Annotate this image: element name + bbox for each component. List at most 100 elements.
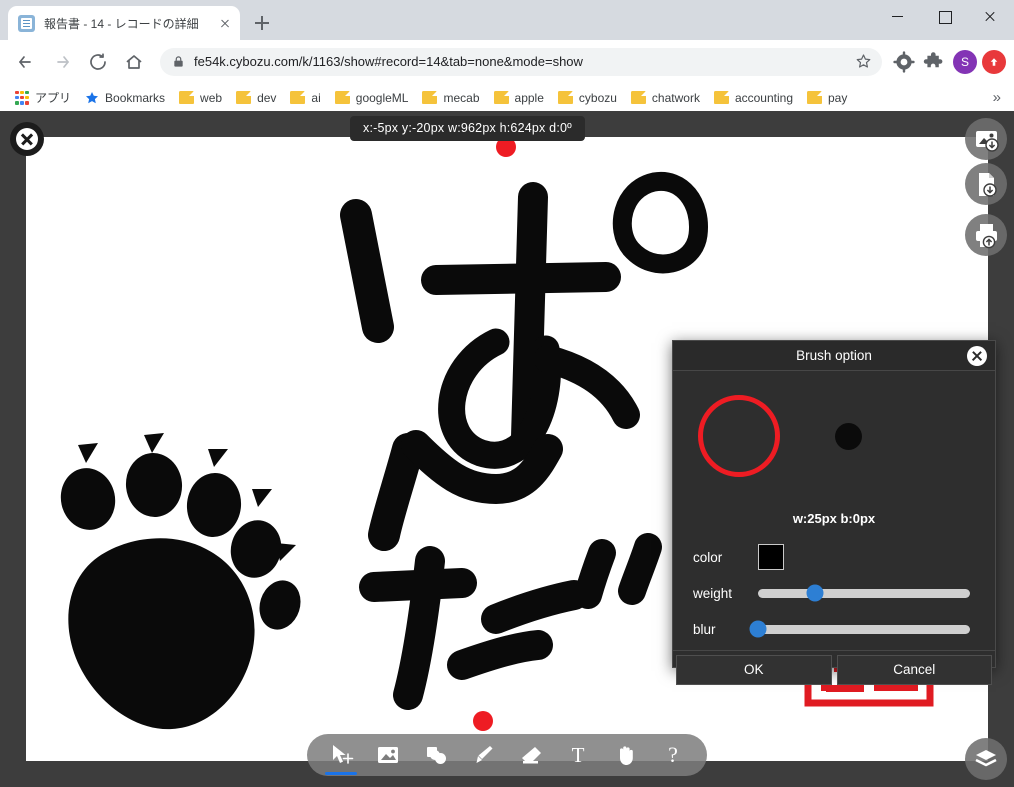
folder-icon bbox=[290, 91, 306, 104]
back-button[interactable] bbox=[11, 47, 41, 77]
close-icon bbox=[16, 128, 38, 150]
bookmark-bookmarks[interactable]: Bookmarks bbox=[78, 89, 172, 107]
layers-icon bbox=[975, 750, 997, 767]
image-editor: x:-5px y:-20px w:962px h:624px d:0º T ? … bbox=[0, 111, 1014, 787]
bookmark-label: chatwork bbox=[651, 90, 700, 105]
star-icon bbox=[86, 91, 99, 103]
layers-button[interactable] bbox=[965, 738, 1007, 780]
brush-size-readout: w:25px b:0px bbox=[792, 511, 876, 526]
export-image-button[interactable] bbox=[965, 118, 1007, 160]
dialog-footer: OK Cancel bbox=[673, 650, 995, 688]
bookmark-dev[interactable]: dev bbox=[229, 89, 283, 107]
tool-brush[interactable] bbox=[465, 737, 501, 773]
bookmark-apps[interactable]: アプリ bbox=[8, 87, 78, 108]
tool-select-move[interactable] bbox=[323, 737, 359, 775]
tool-dock: T ? bbox=[307, 734, 707, 776]
browser-window: 報告書 - 14 - レコードの詳細 fe54k.cybozu.com/k/11… bbox=[0, 0, 1014, 787]
ok-button[interactable]: OK bbox=[676, 654, 832, 685]
bookmark-chatwork[interactable]: chatwork bbox=[624, 89, 707, 107]
dialog-body: w:25px b:0px color weight blur bbox=[673, 371, 995, 650]
tool-hand[interactable] bbox=[608, 737, 644, 773]
save-file-button[interactable] bbox=[965, 163, 1007, 205]
selection-handle-bottom[interactable] bbox=[473, 711, 493, 731]
browser-tab[interactable]: 報告書 - 14 - レコードの詳細 bbox=[8, 6, 240, 40]
maximize-button[interactable] bbox=[922, 0, 968, 32]
bookmark-label: pay bbox=[828, 90, 848, 105]
tool-shapes[interactable] bbox=[418, 737, 454, 773]
dialog-close-button[interactable] bbox=[967, 346, 987, 366]
extension-red-button[interactable] bbox=[982, 49, 1006, 74]
question-mark-icon: ? bbox=[668, 742, 678, 767]
tool-text[interactable]: T bbox=[560, 737, 596, 773]
bookmarks-bar: アプリ Bookmarks web dev ai googleML mecab bbox=[0, 83, 1014, 113]
tool-eraser[interactable] bbox=[513, 737, 549, 773]
bookmark-label: Bookmarks bbox=[105, 90, 166, 105]
bookmark-accounting[interactable]: accounting bbox=[707, 89, 800, 107]
blur-slider[interactable] bbox=[749, 620, 970, 638]
bookmark-apple[interactable]: apple bbox=[487, 89, 551, 107]
blur-field-row: blur bbox=[693, 614, 975, 644]
image-download-icon bbox=[975, 130, 999, 152]
blur-slider-thumb[interactable] bbox=[749, 620, 767, 638]
bookmark-label: googleML bbox=[355, 90, 409, 105]
folder-icon bbox=[236, 91, 252, 104]
bookmark-cybozu[interactable]: cybozu bbox=[551, 89, 624, 107]
lock-icon bbox=[174, 56, 183, 67]
bookmarks-overflow-chevron[interactable]: » bbox=[988, 89, 1006, 106]
apps-grid-icon bbox=[15, 90, 29, 105]
forward-button[interactable] bbox=[47, 47, 77, 77]
tab-title: 報告書 - 14 - レコードの詳細 bbox=[44, 16, 199, 31]
bookmark-ai[interactable]: ai bbox=[283, 89, 327, 107]
gear-icon[interactable] bbox=[890, 48, 918, 76]
color-field-row: color bbox=[693, 542, 975, 572]
weight-label: weight bbox=[693, 585, 733, 601]
eraser-icon bbox=[521, 747, 541, 764]
brush-option-dialog: Brush option w:25px b:0px color weight b… bbox=[672, 340, 996, 685]
bookmark-mecab[interactable]: mecab bbox=[415, 89, 486, 107]
folder-icon bbox=[422, 91, 438, 104]
tab-close-icon[interactable] bbox=[216, 14, 234, 32]
profile-avatar[interactable]: S bbox=[953, 49, 977, 74]
address-bar[interactable]: fe54k.cybozu.com/k/1163/show#record=14&t… bbox=[160, 47, 882, 76]
image-icon bbox=[378, 747, 399, 763]
print-button[interactable] bbox=[965, 214, 1007, 256]
cancel-button[interactable]: Cancel bbox=[836, 654, 992, 685]
bookmark-label: dev bbox=[257, 90, 277, 105]
printer-upload-icon bbox=[975, 223, 997, 248]
shapes-icon bbox=[426, 747, 446, 764]
folder-icon bbox=[807, 91, 822, 104]
bookmark-label: web bbox=[200, 90, 223, 105]
color-swatch[interactable] bbox=[758, 544, 784, 570]
blur-label: blur bbox=[693, 621, 716, 637]
bookmark-web[interactable]: web bbox=[172, 89, 229, 107]
svg-text:T: T bbox=[572, 743, 585, 767]
extensions-puzzle-icon[interactable] bbox=[920, 48, 948, 76]
brush-preview bbox=[693, 385, 975, 505]
url-text: fe54k.cybozu.com/k/1163/show#record=14&t… bbox=[194, 54, 583, 69]
window-close-button[interactable] bbox=[968, 0, 1014, 32]
brush-size-ring bbox=[698, 395, 780, 477]
bookmark-star-icon[interactable] bbox=[855, 53, 872, 70]
new-tab-button[interactable] bbox=[248, 9, 276, 37]
home-button[interactable] bbox=[119, 47, 149, 77]
reload-button[interactable] bbox=[83, 47, 113, 77]
bookmark-label: mecab bbox=[443, 90, 480, 105]
bookmark-label: アプリ bbox=[35, 91, 72, 105]
folder-icon bbox=[334, 91, 350, 104]
brush-tip-dot bbox=[835, 423, 862, 450]
svg-text:?: ? bbox=[668, 742, 678, 767]
tool-help[interactable]: ? bbox=[655, 737, 691, 773]
folder-icon bbox=[630, 91, 646, 104]
weight-field-row: weight bbox=[693, 578, 975, 608]
weight-slider-thumb[interactable] bbox=[806, 584, 824, 602]
bookmark-label: apple bbox=[514, 90, 544, 105]
tool-image[interactable] bbox=[370, 737, 406, 773]
bookmark-pay[interactable]: pay bbox=[800, 89, 854, 107]
bookmark-googleml[interactable]: googleML bbox=[328, 89, 416, 107]
folder-icon bbox=[713, 91, 729, 104]
dialog-title: Brush option bbox=[796, 348, 872, 363]
file-download-icon bbox=[978, 172, 997, 197]
minimize-button[interactable] bbox=[876, 0, 922, 32]
close-editor-button[interactable] bbox=[10, 122, 44, 156]
weight-slider[interactable] bbox=[758, 584, 970, 602]
